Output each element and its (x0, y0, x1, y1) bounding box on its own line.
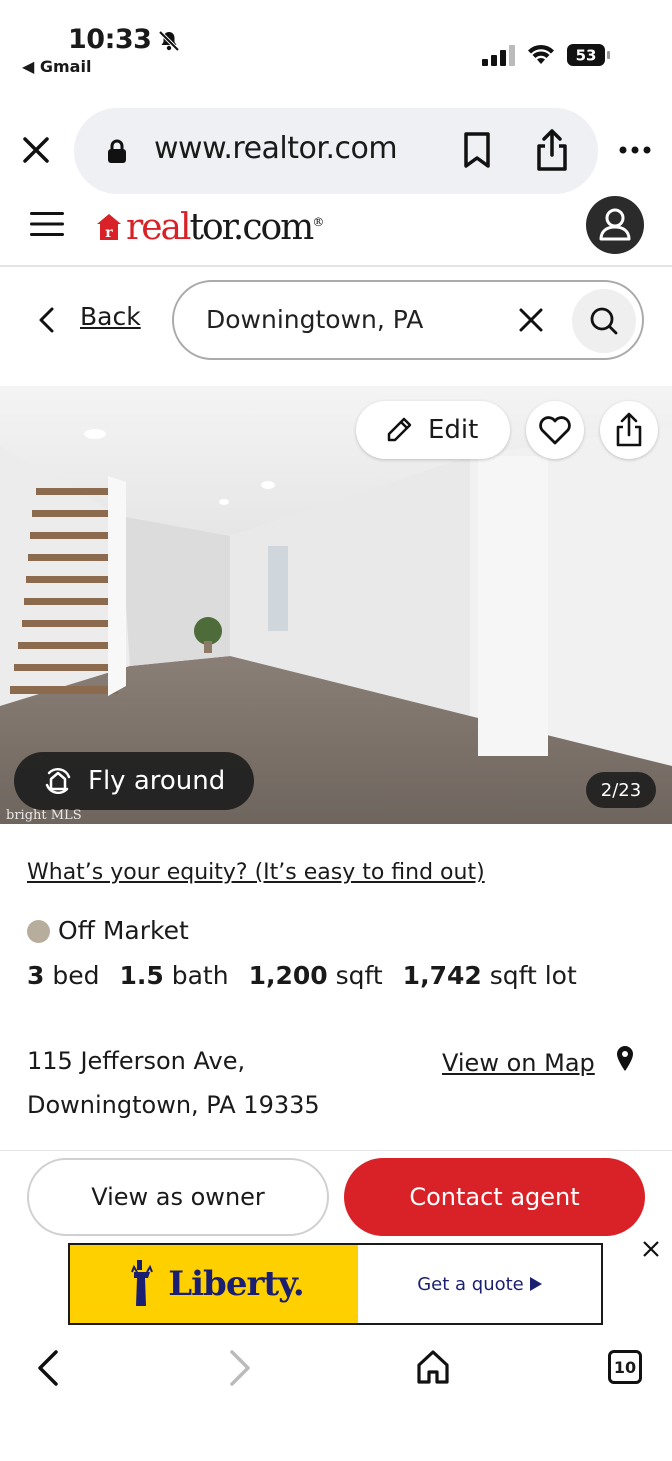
user-avatar[interactable] (586, 196, 644, 254)
beds-value: 3 (27, 961, 45, 990)
status-time: 10:33 (68, 24, 152, 55)
realtor-logo[interactable]: r realtor.com® (96, 202, 324, 252)
listing-status: Off Market (58, 916, 189, 945)
wifi-icon (528, 44, 554, 64)
battery-icon: 53 (566, 43, 612, 67)
view-as-owner-button[interactable]: View as owner (27, 1158, 329, 1236)
photo-counter: 2/23 (586, 772, 656, 808)
share-icon[interactable] (534, 128, 570, 172)
logo-house-icon: r (97, 214, 121, 241)
logo-text-dark: tor.com (189, 206, 315, 248)
status-dot (27, 920, 50, 943)
browser-toolbar (0, 1330, 672, 1461)
beds-unit: bed (52, 961, 100, 990)
cta-divider (0, 1150, 672, 1151)
chevron-left-icon[interactable] (36, 306, 58, 334)
forward-icon[interactable] (226, 1348, 254, 1388)
search-icon (590, 307, 618, 335)
statue-of-liberty-icon (131, 1260, 154, 1306)
equity-link[interactable]: What’s your equity? (It’s easy to find o… (27, 860, 485, 885)
property-facts: 3 bed 1.5 bath 1,200 sqft 1,742 sqft lot (27, 961, 577, 990)
ad-brand-name: Liberty. (168, 1264, 305, 1304)
fly-around-button[interactable]: Fly around (14, 752, 254, 810)
more-icon[interactable] (618, 140, 652, 160)
fly-around-icon (45, 767, 71, 795)
lot-unit: sqft lot (489, 961, 577, 990)
ad-cta[interactable]: Get a quote (358, 1245, 601, 1323)
baths-value: 1.5 (119, 961, 164, 990)
menu-icon[interactable] (30, 210, 64, 238)
address-line-1: 115 Jefferson Ave, (27, 1047, 246, 1075)
home-icon[interactable] (414, 1348, 452, 1386)
back-link[interactable]: Back (80, 302, 141, 331)
address-line-2: Downingtown, PA 19335 (27, 1091, 320, 1119)
search-input[interactable]: Downingtown, PA (206, 305, 423, 334)
battery-level: 53 (576, 47, 597, 65)
ad-cta-label: Get a quote (417, 1273, 524, 1295)
back-icon[interactable] (34, 1348, 62, 1388)
signal-icon (482, 45, 515, 66)
svg-text:r: r (105, 225, 113, 241)
user-icon (599, 208, 631, 241)
baths-unit: bath (171, 961, 229, 990)
ad-brand-area: Liberty. (70, 1245, 358, 1323)
clear-icon[interactable] (516, 305, 546, 335)
sqft-value: 1,200 (248, 961, 328, 990)
share-icon (616, 412, 642, 447)
search-button[interactable] (572, 289, 636, 353)
logo-registered: ® (312, 214, 324, 229)
sqft-unit: sqft (335, 961, 383, 990)
ad-close-icon[interactable] (640, 1238, 662, 1260)
header-divider (0, 265, 672, 267)
contact-agent-button[interactable]: Contact agent (344, 1158, 645, 1236)
heart-icon (539, 416, 571, 445)
play-arrow-icon (529, 1277, 542, 1291)
close-icon[interactable] (18, 132, 54, 168)
url-text[interactable]: www.realtor.com (154, 131, 398, 166)
pencil-icon (387, 417, 412, 442)
edit-label: Edit (428, 415, 479, 445)
bell-muted-icon (158, 30, 180, 52)
tabs-icon[interactable]: 10 (608, 1350, 642, 1384)
save-favorite-button[interactable] (526, 401, 584, 459)
bookmark-icon[interactable] (462, 131, 492, 169)
mls-watermark: bright MLS (6, 808, 82, 823)
view-on-map-link[interactable]: View on Map (442, 1049, 595, 1077)
lot-value: 1,742 (402, 961, 482, 990)
lock-icon (108, 139, 126, 163)
ad-banner[interactable]: Liberty. Get a quote (68, 1243, 603, 1325)
fly-around-label: Fly around (88, 766, 226, 796)
back-to-gmail[interactable]: ◀ Gmail (22, 57, 91, 76)
share-listing-button[interactable] (600, 401, 658, 459)
edit-button[interactable]: Edit (356, 401, 510, 459)
logo-text-red: real (126, 206, 191, 248)
map-pin-icon[interactable] (614, 1044, 636, 1074)
